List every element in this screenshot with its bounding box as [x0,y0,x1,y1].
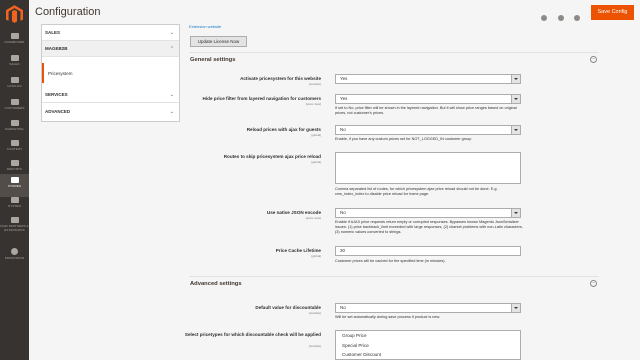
tab-group-mageb2b[interactable]: MAGEB2B ⌃ [42,41,179,57]
chevron-down-icon [511,95,520,103]
tab-group-services[interactable]: SERVICES ⌄ [42,87,179,103]
tab-group-advanced[interactable]: ADVANCED ⌄ [42,104,179,120]
search-icon[interactable] [541,15,548,21]
cube-icon [10,77,19,83]
option-group-price[interactable]: Group Price [336,331,520,341]
magento-logo-icon[interactable] [6,5,23,24]
chevron-down-icon [511,304,520,312]
page-title: Configuration [35,6,101,18]
activate-select[interactable]: Yes [335,74,521,84]
tab-item-pricesystem[interactable]: Pricesystem [42,63,179,83]
hide-price-filter-select[interactable]: Yes [335,94,521,104]
advanced-settings-header[interactable]: Advanced settings ⌃ [189,276,599,290]
collapse-icon: ⌃ [590,56,597,63]
chevron-down-icon: ⌄ [169,30,174,36]
dollar-icon [10,55,19,61]
tab-group-sales[interactable]: SALES ⌄ [42,25,179,41]
default-discountable-select[interactable]: No [335,303,521,313]
nav-item-catalog[interactable]: Catalog [0,74,29,97]
chevron-down-icon: ⌄ [169,109,174,115]
store-icon [10,177,19,183]
general-settings-header[interactable]: General settings ⌃ [189,52,599,66]
update-license-button[interactable]: Update License Now [190,36,247,47]
routes-skip-textarea[interactable] [335,152,521,184]
megaphone-icon [10,120,19,126]
gear-icon [10,197,19,203]
pricetypes-multiselect[interactable]: Group Price Special Price Customer Disco… [335,330,521,360]
nav-item-sales[interactable]: Sales [0,52,29,75]
nav-item-customers[interactable]: Customers [0,96,29,119]
save-config-button[interactable]: Save Config [591,5,634,20]
option-customer-discount[interactable]: Customer Discount [336,350,520,359]
config-tabs: SALES ⌄ MAGEB2B ⌃ Pricesystem SERVICES ⌄… [41,24,180,122]
speedometer-icon [10,33,19,39]
native-json-select[interactable]: No [335,208,521,218]
user-icon [10,99,19,105]
puzzle-icon [10,217,19,223]
nav-item-dashboard[interactable]: Dashboard [0,30,29,53]
page-header: Configuration Save Config [29,0,640,24]
user-icon[interactable] [574,15,580,21]
layout-icon [10,140,19,146]
collapse-icon: ⌃ [590,280,597,287]
extension-website-link[interactable]: Extension website [189,24,221,29]
config-main: Extension website Update License Now Gen… [185,24,609,360]
admin-sidebar: Dashboard Sales Catalog Customers Market… [0,0,29,360]
circle-icon [11,248,18,255]
chevron-down-icon [511,209,520,217]
bar-chart-icon [10,160,19,166]
nav-item-partners[interactable]: Find Partners & Extensions [0,214,29,242]
option-special-price[interactable]: Special Price [336,341,520,351]
bell-icon[interactable] [557,15,564,21]
reload-ajax-select[interactable]: No [335,125,521,135]
chevron-down-icon [511,75,520,83]
chevron-down-icon [511,126,520,134]
chevron-up-icon: ⌃ [169,46,174,52]
header-actions [535,8,580,21]
nav-item-prisunifon[interactable]: Prisunifon [0,245,29,268]
cache-lifetime-input[interactable]: 30 [335,246,521,256]
